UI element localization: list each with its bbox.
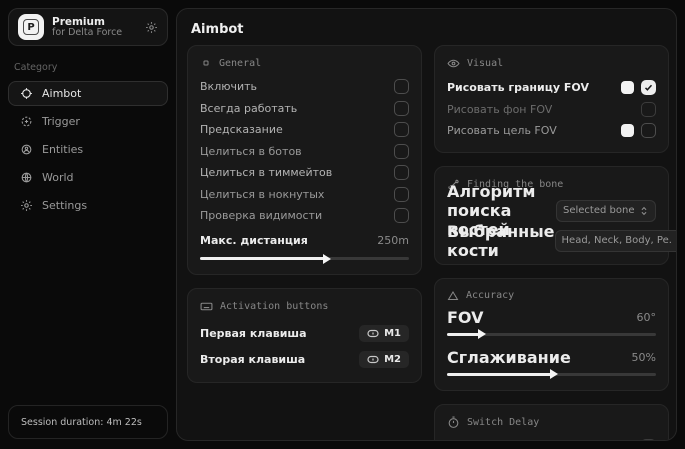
slider-thumb[interactable] [323, 254, 331, 264]
card-switch-delay: Switch Delay Задержка переключения Задер… [434, 404, 669, 442]
section-title: Visual [467, 58, 503, 69]
checkbox[interactable] [394, 187, 409, 202]
brand-title: Premium [52, 16, 137, 28]
checkbox[interactable] [394, 101, 409, 116]
general-icon [200, 57, 212, 69]
sidebar-item-label: World [42, 171, 74, 184]
setting-row: Проверка видимости [200, 205, 409, 227]
sidebar-item-entities[interactable]: Entities [8, 137, 168, 162]
gear-icon [20, 199, 33, 212]
setting-row: Целиться в тиммейтов [200, 162, 409, 184]
section-title: Switch Delay [467, 417, 539, 428]
card-visual: Visual Рисовать границу FOV Рисовать фон… [434, 45, 669, 153]
checkbox[interactable] [641, 123, 656, 138]
card-finding-the-bone: Finding the bone Алгоритм поиска костей … [434, 166, 669, 265]
keybind-button-1[interactable]: M1 [359, 325, 409, 342]
page-title: Aimbot [191, 22, 676, 37]
checkbox[interactable] [641, 439, 656, 441]
checkbox[interactable] [394, 208, 409, 223]
globe-icon [20, 171, 33, 184]
brand-header: P Premium for Delta Force [8, 8, 168, 46]
setting-row: Целиться в ботов [200, 141, 409, 163]
setting-row: Макс. дистанция 250m [200, 230, 409, 252]
section-title: General [219, 58, 261, 69]
trigger-icon [20, 115, 33, 128]
entities-icon [20, 143, 33, 156]
max-distance-slider[interactable] [200, 253, 409, 264]
slider-fill [447, 373, 552, 376]
slider-thumb[interactable] [478, 329, 486, 339]
eye-icon [447, 57, 460, 70]
setting-row: Рисовать цель FOV [447, 120, 656, 142]
mouse-icon [367, 355, 379, 364]
gear-icon[interactable] [145, 21, 158, 34]
color-swatch[interactable] [621, 81, 634, 94]
sidebar-item-label: Settings [42, 199, 87, 212]
checkbox[interactable] [394, 144, 409, 159]
unfold-icon [676, 236, 677, 246]
slider-thumb[interactable] [550, 369, 558, 379]
setting-value: 60° [637, 311, 657, 324]
mouse-icon [367, 329, 379, 338]
sidebar-item-world[interactable]: World [8, 165, 168, 190]
card-general: General Включить Всегда работать Предска… [187, 45, 422, 275]
setting-row: Предсказание [200, 119, 409, 141]
sidebar-item-label: Trigger [42, 115, 80, 128]
crosshair-icon [20, 87, 33, 100]
setting-row: Задержка переключения [447, 436, 656, 442]
setting-row: Рисовать фон FOV [447, 99, 656, 121]
setting-row: Рисовать границу FOV [447, 77, 656, 99]
main-panel: Aimbot General Включить Всегда работать [176, 8, 677, 441]
setting-row: Вторая клавиша M2 [200, 346, 409, 372]
smoothing-slider[interactable] [447, 369, 656, 380]
sidebar-item-label: Aimbot [42, 87, 81, 100]
setting-row: Выбранные кости Head, Neck, Body, Pe... [447, 228, 656, 254]
checkbox[interactable] [394, 165, 409, 180]
bone-algorithm-dropdown[interactable]: Selected bone [556, 200, 656, 222]
checkbox[interactable] [641, 102, 656, 117]
section-title: Activation buttons [220, 301, 328, 312]
checkbox[interactable] [394, 122, 409, 137]
checkbox[interactable] [394, 79, 409, 94]
setting-value: 50% [632, 351, 656, 364]
selected-bones-dropdown[interactable]: Head, Neck, Body, Pe... [555, 230, 677, 252]
keyboard-icon [200, 300, 213, 313]
setting-value: 250m [377, 234, 409, 247]
brand-logo: P [18, 14, 44, 40]
setting-row: Целиться в нокнутых [200, 184, 409, 206]
app-window: P Premium for Delta Force Category Aimbo… [0, 0, 685, 449]
slider-fill [447, 333, 480, 336]
color-swatch[interactable] [621, 124, 634, 137]
accuracy-icon [447, 290, 459, 302]
checkbox[interactable] [641, 80, 656, 95]
sidebar-item-aimbot[interactable]: Aimbot [8, 81, 168, 106]
setting-row: Всегда работать [200, 98, 409, 120]
brand-logo-letter: P [23, 19, 39, 35]
setting-row: Включить [200, 76, 409, 98]
slider-fill [200, 257, 325, 260]
setting-row: Алгоритм поиска костей Selected bone [447, 198, 656, 224]
brand-subtitle: for Delta Force [52, 28, 137, 39]
setting-row: FOV 60° [447, 309, 656, 327]
timer-icon [447, 416, 460, 429]
sidebar-item-label: Entities [42, 143, 83, 156]
sidebar-item-trigger[interactable]: Trigger [8, 109, 168, 134]
card-accuracy: Accuracy FOV 60° Сглаживание 50% [434, 278, 669, 391]
session-duration: Session duration: 4m 22s [8, 405, 168, 439]
section-title: Accuracy [466, 290, 514, 301]
sidebar: P Premium for Delta Force Category Aimbo… [8, 8, 168, 441]
unfold-icon [639, 206, 649, 216]
setting-row: Сглаживание 50% [447, 349, 656, 367]
setting-row: Первая клавиша M1 [200, 320, 409, 346]
sidebar-item-settings[interactable]: Settings [8, 193, 168, 218]
keybind-button-2[interactable]: M2 [359, 351, 409, 368]
fov-slider[interactable] [447, 329, 656, 340]
card-activation-buttons: Activation buttons Первая клавиша M1 Вто… [187, 288, 422, 383]
category-label: Category [14, 62, 168, 73]
